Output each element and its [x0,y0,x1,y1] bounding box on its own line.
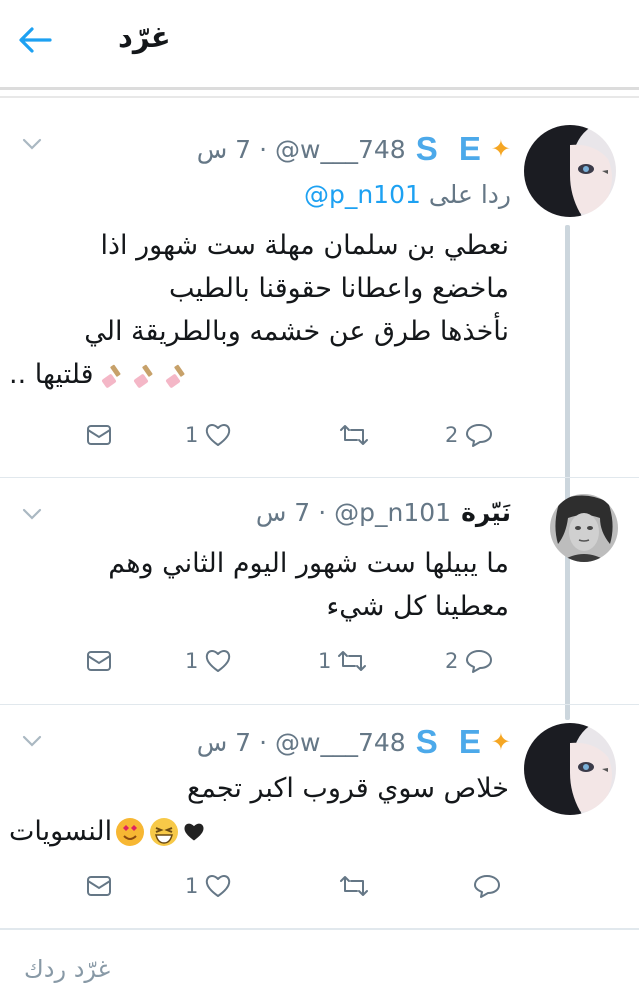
header-divider [0,87,639,90]
retweet-icon [338,651,367,671]
reply-count: 2 [445,423,459,447]
timestamp[interactable]: 7 س [197,135,251,164]
tweet-text: خلاص سوي قروب اكبر تجمع النسويات [9,773,509,847]
tweet-header: نَيّرة @p_n101 · 7 س [256,498,511,527]
like-count: 1 [185,423,199,447]
reply-button[interactable]: 2 [445,422,494,448]
chevron-down-icon[interactable] [22,506,42,520]
avatar-image [524,723,616,815]
display-name[interactable]: ✦ S E [416,130,511,168]
envelope-icon [87,651,111,671]
display-name[interactable]: نَيّرة [461,498,511,527]
heart-icon [206,650,231,672]
retweet-button[interactable] [339,873,369,899]
header-divider-secondary [0,96,639,98]
reply-bubble-icon [474,875,500,898]
sparkle-icon: ✦ [490,728,511,756]
tweet-header: ✦ S E @w___748 · 7 س [197,130,511,168]
retweet-icon [340,425,368,445]
user-handle[interactable]: @p_n101 [334,498,451,527]
chevron-down-icon[interactable] [22,733,42,747]
grinning-squinting-face-emoji [150,817,179,846]
mention-link[interactable]: @p_n101 [304,180,421,209]
tweet-3[interactable]: ✦ S E @w___748 · 7 س خلاص سوي قروب اكبر … [0,705,639,927]
display-name[interactable]: ✦ S E [416,723,511,761]
page-title: غرّد [118,20,171,54]
like-button[interactable]: 1 [185,873,232,899]
reply-button[interactable]: 2 [445,648,494,674]
like-count: 1 [185,649,199,673]
like-button[interactable]: 1 [185,422,232,448]
retweet-button[interactable] [339,422,369,448]
like-count: 1 [185,874,199,898]
avatar[interactable] [524,723,616,815]
nail-polish-emoji [133,364,153,388]
envelope-icon [87,425,111,445]
reply-count: 2 [445,649,459,673]
compose-divider [0,928,639,930]
replying-to: ردا على @p_n101 [303,180,511,209]
sparkle-icon: ✦ [490,135,511,163]
retweet-icon [340,876,368,896]
share-button[interactable] [86,650,112,672]
heart-eyes-face-emoji [116,817,145,846]
avatar[interactable] [550,494,618,562]
back-button[interactable] [14,22,54,58]
tweet-actions: 1 [0,869,639,909]
chevron-down-icon[interactable] [22,136,42,150]
tweet-2[interactable]: نَيّرة @p_n101 · 7 س ما يبيلها ست شهور ا… [0,478,639,704]
back-arrow-icon [19,27,52,53]
nail-polish-emoji [101,364,121,388]
tweet-1[interactable]: ✦ S E @w___748 · 7 س ردا على @p_n101 نعط… [0,100,639,480]
nail-polish-emoji [165,364,185,388]
reply-input[interactable]: غرّد ردك [24,955,110,983]
tweet-actions: 1 1 2 [0,644,639,684]
separator-dot: · [318,498,327,527]
reply-bubble-icon [466,424,493,447]
top-bar: غرّد [0,0,639,86]
reply-button[interactable] [472,873,502,899]
avatar[interactable] [524,125,616,217]
tweet-header: ✦ S E @w___748 · 7 س [197,723,511,761]
reply-bubble-icon [466,650,493,673]
tweet-actions: 1 2 [0,418,639,458]
black-heart-emoji [184,823,204,840]
timestamp[interactable]: 7 س [256,498,310,527]
share-button[interactable] [86,424,112,446]
user-handle[interactable]: @w___748 [275,728,406,757]
share-button[interactable] [86,875,112,897]
avatar-image [524,125,616,217]
separator-dot: · [259,134,268,164]
avatar-image [550,494,618,562]
envelope-icon [87,876,111,896]
like-button[interactable]: 1 [185,648,232,674]
retweet-button[interactable]: 1 [318,648,367,674]
tweet-text: ما يبيلها ست شهور اليوم الثاني وهم معطين… [108,548,509,622]
heart-icon [206,875,231,897]
heart-icon [206,424,231,446]
retweet-count: 1 [318,649,332,673]
separator-dot: · [259,727,268,757]
tweet-text: نعطي بن سلمان مهلة ست شهور اذا ماخضع واع… [9,230,509,390]
timestamp[interactable]: 7 س [197,728,251,757]
user-handle[interactable]: @w___748 [275,135,406,164]
